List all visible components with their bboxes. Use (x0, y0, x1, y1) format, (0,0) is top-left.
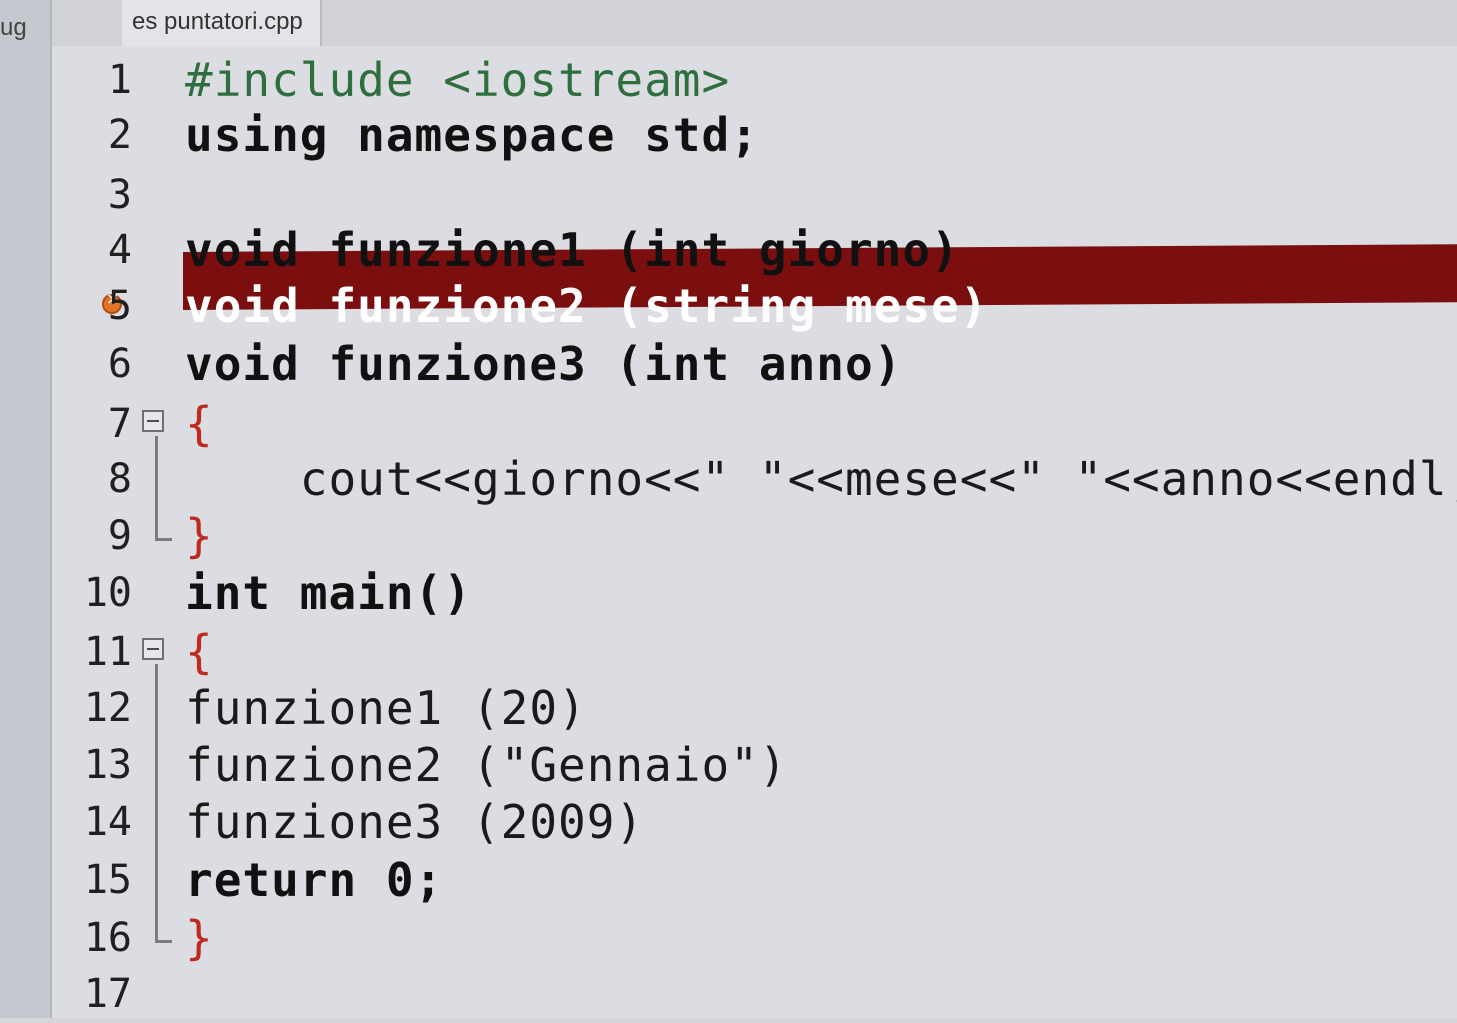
fold-collapse-icon[interactable] (142, 638, 164, 660)
line-number: 16 (83, 915, 132, 961)
line-code[interactable]: } (185, 508, 214, 565)
code-line[interactable]: 6 void funzione3 (int anno) (52, 336, 1457, 393)
fold-collapse-icon[interactable] (142, 410, 164, 432)
tab-es-puntatori[interactable]: es puntatori.cpp (122, 0, 322, 46)
code-line-highlighted[interactable]: 5 void funzione2 (string mese) (52, 278, 1457, 335)
line-code[interactable]: #include <iostream> (185, 52, 730, 109)
fold-end-marker (155, 920, 172, 943)
line-number: 9 (107, 513, 132, 559)
line-code[interactable]: { (185, 624, 214, 681)
line-number: 6 (107, 341, 132, 387)
line-number: 1 (107, 57, 132, 103)
line-code[interactable]: cout<<giorno<<" "<<mese<<" "<<anno<<endl… (185, 451, 1457, 508)
left-panel: ug (0, 0, 52, 1018)
code-line[interactable]: 15 return 0; (52, 852, 1457, 909)
line-number: 10 (83, 570, 132, 616)
line-code[interactable]: return 0; (185, 852, 443, 909)
line-number: 5 (107, 283, 132, 329)
code-line[interactable]: 3 (52, 167, 1457, 224)
line-number: 3 (107, 172, 132, 218)
line-code[interactable]: funzione2 ("Gennaio") (185, 737, 788, 794)
code-line[interactable]: 8 cout<<giorno<<" "<<mese<<" "<<anno<<en… (52, 451, 1457, 508)
line-code[interactable]: { (185, 396, 214, 453)
line-code[interactable]: void funzione3 (int anno) (185, 336, 902, 393)
line-number: 17 (83, 971, 132, 1017)
code-line[interactable]: 9 } (52, 508, 1457, 565)
code-line[interactable]: 4 void funzione1 (int giorno) (52, 222, 1457, 279)
tab-bar: es puntatori.cpp (52, 0, 1457, 46)
line-code[interactable]: funzione3 (2009) (185, 794, 644, 851)
code-line[interactable]: 17 (52, 966, 1457, 1023)
line-number: 7 (107, 401, 132, 447)
code-line[interactable]: 7 { (52, 396, 1457, 453)
line-number: 8 (107, 456, 132, 502)
code-line[interactable]: 11 { (52, 624, 1457, 681)
line-code[interactable]: } (185, 910, 214, 967)
line-number: 4 (107, 227, 132, 273)
line-code[interactable]: void funzione1 (int giorno) (185, 222, 960, 279)
line-code[interactable]: using namespace std; (185, 107, 759, 164)
line-code[interactable]: funzione1 (20) (185, 680, 587, 737)
line-number: 14 (83, 799, 132, 845)
line-code[interactable]: int main() (185, 565, 472, 622)
fold-end-marker (155, 518, 172, 541)
code-line[interactable]: 2 using namespace std; (52, 107, 1457, 164)
left-panel-tab[interactable]: ug (0, 14, 27, 42)
line-number: 2 (107, 112, 132, 158)
line-code[interactable]: void funzione2 (string mese) (185, 278, 988, 335)
code-line[interactable]: 10 int main() (52, 565, 1457, 622)
code-line[interactable]: 14 funzione3 (2009) (52, 794, 1457, 851)
line-number: 12 (83, 685, 132, 731)
line-number: 15 (83, 857, 132, 903)
code-line[interactable]: 13 funzione2 ("Gennaio") (52, 737, 1457, 794)
line-number: 11 (83, 629, 132, 675)
code-line[interactable]: 16 } (52, 910, 1457, 967)
line-number: 13 (83, 742, 132, 788)
code-line[interactable]: 1 #include <iostream> (52, 52, 1457, 109)
code-line[interactable]: 12 funzione1 (20) (52, 680, 1457, 737)
